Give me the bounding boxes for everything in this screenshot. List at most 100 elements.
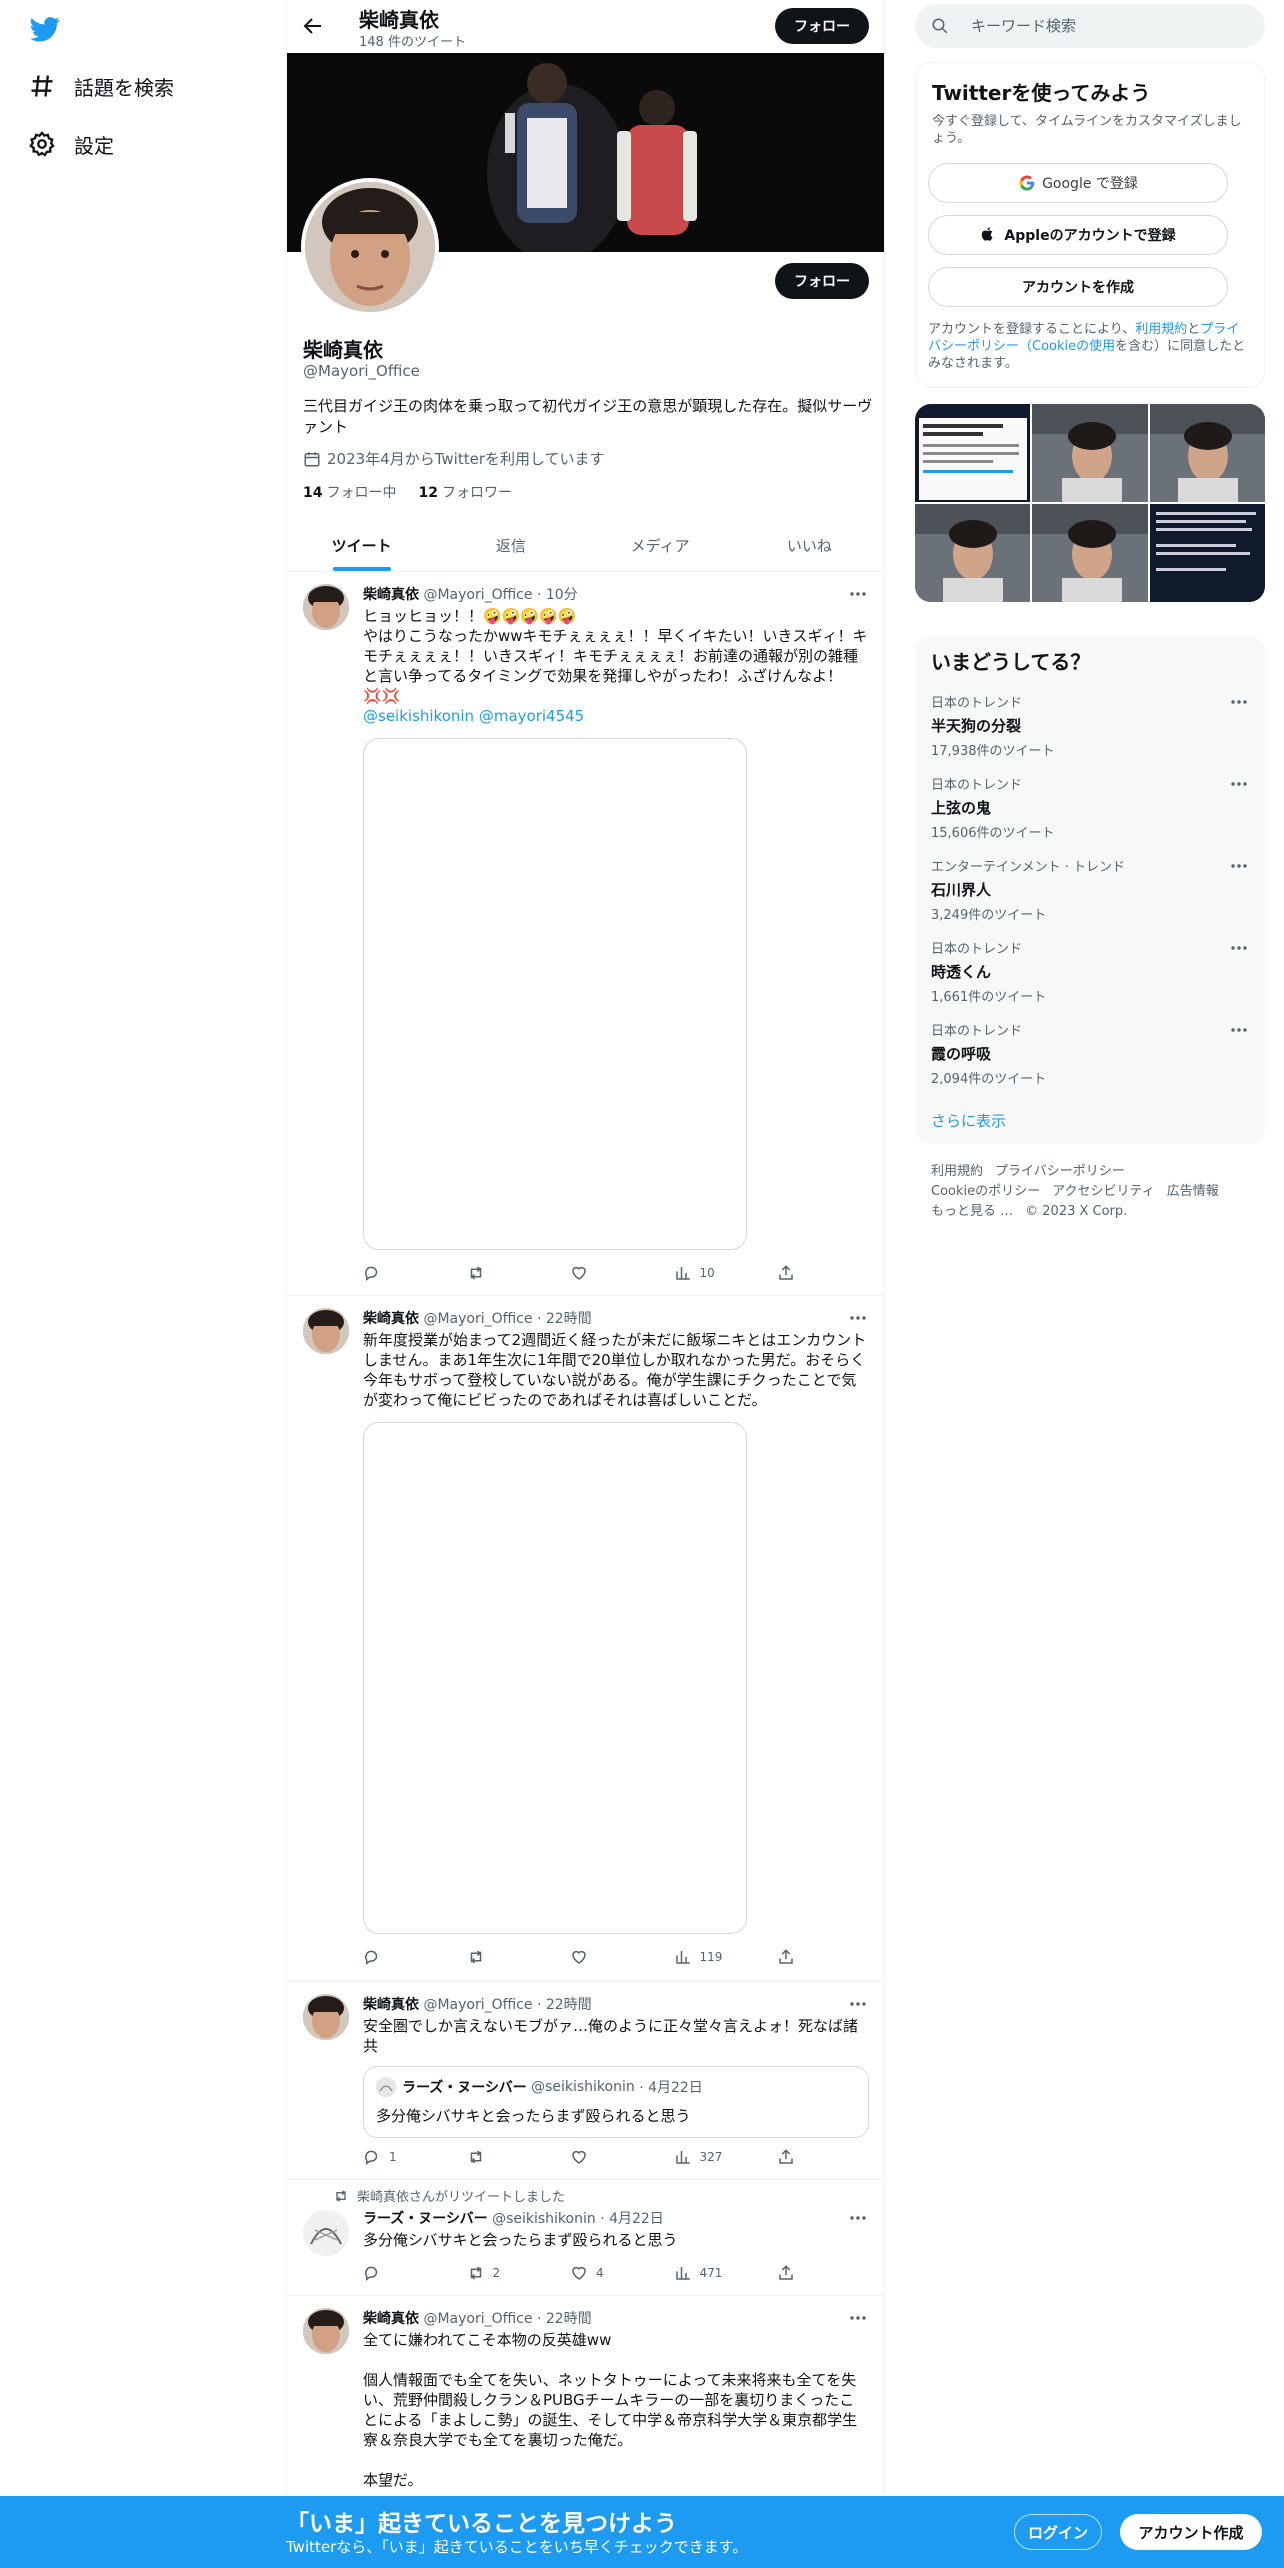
trends-show-more[interactable]: さらに表示 <box>931 1110 1006 1131</box>
nav-settings[interactable]: 設定 <box>28 124 114 164</box>
search-box[interactable] <box>915 4 1265 48</box>
tweet-avatar[interactable] <box>303 2210 349 2256</box>
quoted-tweet[interactable]: ラーズ・ヌーシバー @seikishikonin · 4月22日 多分俺シバサキ… <box>363 2066 869 2138</box>
share-button[interactable] <box>777 2264 803 2282</box>
nav-explore[interactable]: 話題を検索 <box>28 66 174 106</box>
tweet[interactable]: 柴崎真依 @Mayori_Office · 10分 ヒョッヒョッ！！🤪🤪🤪🤪🤪 … <box>287 572 884 1296</box>
trend-item[interactable]: 日本のトレンド 上弦の鬼 15,606件のツイート <box>931 774 1249 854</box>
tweet-mentions[interactable]: @seikishikonin @mayori4545 <box>363 706 869 726</box>
tweet-media[interactable] <box>363 738 747 1250</box>
more-options-icon[interactable] <box>848 1994 868 2014</box>
profile-avatar[interactable] <box>301 178 439 316</box>
tab-likes[interactable]: いいね <box>735 520 884 571</box>
footer-link[interactable]: 利用規約 <box>931 1164 983 1179</box>
like-button[interactable]: 4 <box>570 2264 630 2282</box>
media-thumbnail[interactable] <box>1032 404 1148 502</box>
trend-item[interactable]: 日本のトレンド 時透くん 1,661件のツイート <box>931 938 1249 1018</box>
profile-handle: @Mayori_Office <box>303 362 420 380</box>
like-button[interactable] <box>570 1948 630 1966</box>
following-link[interactable]: 14 フォロー中 <box>303 482 396 502</box>
followers-link[interactable]: 12 フォロワー <box>418 482 511 502</box>
tweet[interactable]: 柴崎真依 @Mayori_Office · 22時間 安全圏でしか言えないモブが… <box>287 1982 884 2180</box>
retweet-button[interactable]: 2 <box>467 2264 527 2282</box>
signup-button[interactable]: アカウント作成 <box>1120 2514 1262 2550</box>
tweet-time[interactable]: · 4月22日 <box>600 2211 664 2227</box>
login-button[interactable]: ログイン <box>1014 2514 1102 2550</box>
media-thumbnail[interactable] <box>1149 404 1265 502</box>
tweet-author-handle[interactable]: @Mayori_Office <box>423 1997 532 2013</box>
tweet-author-handle[interactable]: @Mayori_Office <box>423 2311 532 2327</box>
views-button[interactable]: 10 <box>674 1264 734 1282</box>
more-options-icon[interactable] <box>848 584 868 604</box>
tweet-time[interactable]: · 22時間 <box>537 1997 592 2013</box>
share-button[interactable] <box>777 1264 803 1282</box>
like-button[interactable] <box>570 1264 630 1282</box>
tweet[interactable]: 柴崎真依 @Mayori_Office · 22時間 新年度授業が始まって2週間… <box>287 1296 884 1982</box>
profile-follow-button[interactable]: フォロー <box>775 263 869 299</box>
more-options-icon[interactable] <box>848 1308 868 1328</box>
tweet-time[interactable]: · 10分 <box>537 587 578 603</box>
trend-item[interactable]: エンターテインメント · トレンド 石川界人 3,249件のツイート <box>931 856 1249 936</box>
footer-link[interactable]: プライバシーポリシー <box>995 1164 1125 1179</box>
tab-media[interactable]: メディア <box>586 520 735 571</box>
tweet-avatar[interactable] <box>303 2308 349 2354</box>
reply-button[interactable] <box>363 1948 423 1966</box>
footer-link[interactable]: 広告情報 <box>1167 1184 1219 1199</box>
trend-item[interactable]: 日本のトレンド 半天狗の分裂 17,938件のツイート <box>931 692 1249 772</box>
retweet-button[interactable] <box>467 1948 527 1966</box>
like-button[interactable] <box>570 2148 630 2166</box>
share-button[interactable] <box>777 2148 803 2166</box>
trend-context: 日本のトレンド <box>931 778 1023 793</box>
more-options-icon[interactable] <box>1229 692 1249 712</box>
tweet-avatar[interactable] <box>303 1308 349 1354</box>
more-options-icon[interactable] <box>1229 1020 1249 1040</box>
views-button[interactable]: 119 <box>674 1948 734 1966</box>
tab-replies[interactable]: 返信 <box>436 520 585 571</box>
reply-button[interactable] <box>363 1264 423 1282</box>
tweet-author-handle[interactable]: @seikishikonin <box>492 2211 596 2227</box>
tweet-author-name[interactable]: 柴崎真依 <box>363 1311 419 1327</box>
retweeted-by-text[interactable]: 柴崎真依さんがリツイートしました <box>357 2186 565 2205</box>
reply-button[interactable] <box>363 2264 423 2282</box>
header-follow-button[interactable]: フォロー <box>775 8 869 44</box>
tweet-media[interactable] <box>363 1422 747 1934</box>
apple-signup-button[interactable]: Appleのアカウントで登録 <box>928 215 1228 255</box>
footer-link[interactable]: アクセシビリティ <box>1052 1184 1155 1199</box>
tweet-author-name[interactable]: 柴崎真依 <box>363 587 419 603</box>
views-button[interactable]: 471 <box>674 2264 734 2282</box>
tweet-time[interactable]: · 22時間 <box>537 2311 592 2327</box>
search-input[interactable] <box>969 16 1229 36</box>
media-thumbnail[interactable] <box>1149 504 1265 602</box>
tab-tweets[interactable]: ツイート <box>287 520 436 571</box>
retweet-button[interactable] <box>467 1264 527 1282</box>
views-button[interactable]: 327 <box>674 2148 734 2166</box>
twitter-bird-icon[interactable] <box>28 14 62 44</box>
more-options-icon[interactable] <box>1229 856 1249 876</box>
tweet-author-handle[interactable]: @Mayori_Office <box>423 587 532 603</box>
tweet-avatar[interactable] <box>303 584 349 630</box>
tweet-author-name[interactable]: ラーズ・ヌーシバー <box>363 2211 488 2227</box>
media-thumbnail[interactable] <box>1032 504 1148 602</box>
retweet-button[interactable] <box>467 2148 527 2166</box>
tweet[interactable]: 柴崎真依さんがリツイートしました ラーズ・ヌーシバー @seikishikoni… <box>287 2180 884 2296</box>
trend-item[interactable]: 日本のトレンド 霞の呼吸 2,094件のツイート <box>931 1020 1249 1100</box>
tweet-author-handle[interactable]: @Mayori_Office <box>423 1311 532 1327</box>
footer-link[interactable]: もっと見る … <box>931 1204 1013 1219</box>
terms-link[interactable]: 利用規約 <box>1135 322 1187 337</box>
media-thumbnail[interactable] <box>915 504 1031 602</box>
tweet-author-name[interactable]: 柴崎真依 <box>363 1997 419 2013</box>
more-options-icon[interactable] <box>1229 774 1249 794</box>
tweet-time[interactable]: · 22時間 <box>537 1311 592 1327</box>
back-arrow-icon[interactable] <box>301 14 325 38</box>
reply-button[interactable]: 1 <box>363 2148 423 2166</box>
tweet-author-name[interactable]: 柴崎真依 <box>363 2311 419 2327</box>
more-options-icon[interactable] <box>1229 938 1249 958</box>
footer-link[interactable]: Cookieのポリシー <box>931 1184 1040 1199</box>
share-button[interactable] <box>777 1948 803 1966</box>
media-thumbnail[interactable] <box>915 404 1031 502</box>
create-account-button[interactable]: アカウントを作成 <box>928 267 1228 307</box>
more-options-icon[interactable] <box>848 2208 868 2228</box>
tweet-avatar[interactable] <box>303 1994 349 2040</box>
more-options-icon[interactable] <box>848 2308 868 2328</box>
google-signup-button[interactable]: Google で登録 <box>928 163 1228 203</box>
